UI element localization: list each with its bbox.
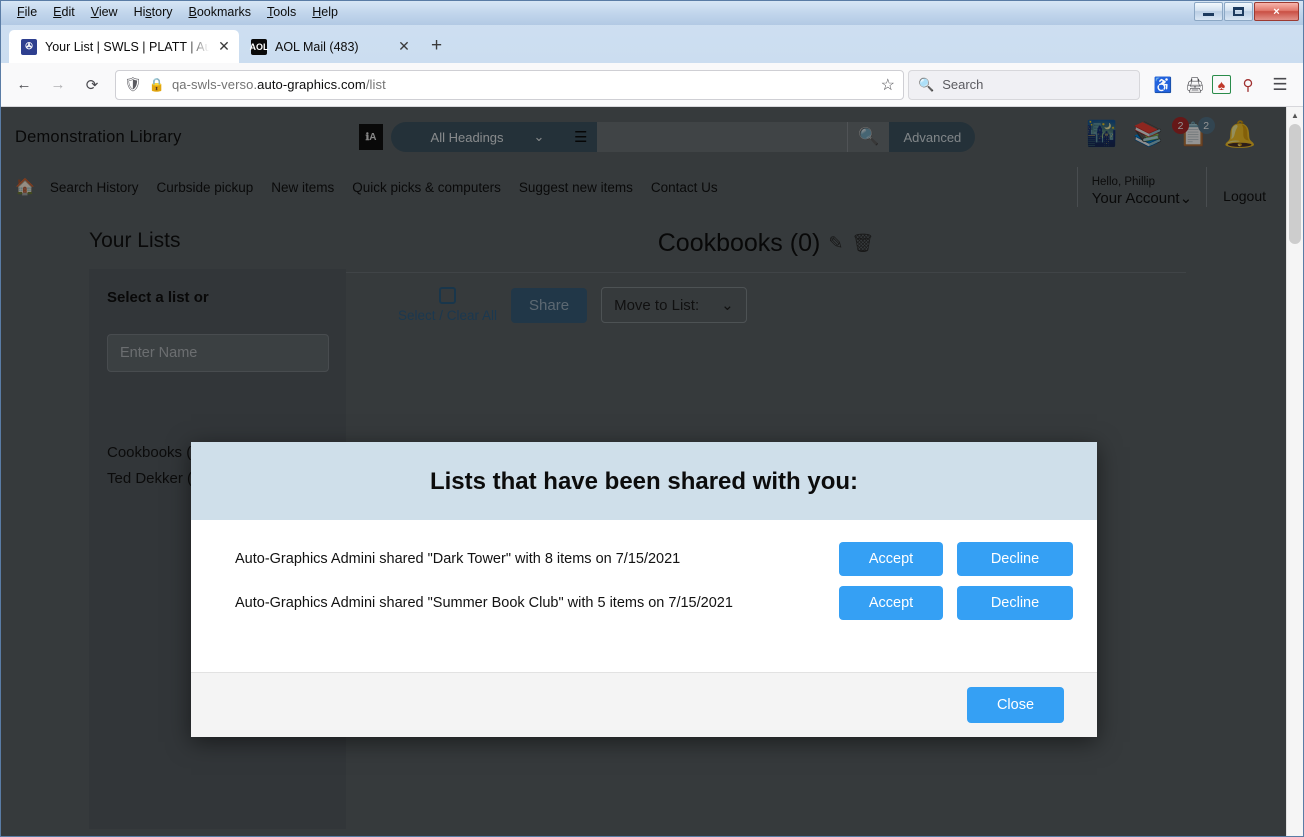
page-viewport: Demonstration Library ℹA All Headings ⌄ … (1, 107, 1303, 836)
url-domain: auto-graphics.com (257, 77, 366, 92)
url-text: qa-swls-verso.auto-graphics.com/list (172, 77, 874, 92)
minimize-button[interactable] (1194, 2, 1223, 21)
tab-aol-mail[interactable]: AOL AOL Mail (483) ✕ (239, 30, 419, 63)
aol-favicon-icon: AOL (250, 38, 269, 55)
shared-lists-modal: Lists that have been shared with you: Au… (191, 442, 1097, 737)
menu-view[interactable]: View (83, 4, 126, 20)
tab-title: Your List | SWLS | PLATT | Auto- (45, 39, 209, 54)
tab-title: AOL Mail (483) (275, 39, 359, 54)
browser-search-box[interactable]: 🔍 Search (908, 69, 1140, 100)
url-subdomain: qa-swls-verso. (171, 77, 258, 92)
shared-list-row: Auto-Graphics Admini shared "Summer Book… (235, 586, 1073, 620)
verso-favicon-icon: ✇ (21, 38, 37, 55)
print-icon[interactable]: 🖨 (1180, 70, 1210, 100)
shared-list-row: Auto-Graphics Admini shared "Dark Tower"… (235, 542, 1073, 576)
page-scrollbar[interactable]: ▲ (1286, 107, 1303, 836)
hamburger-menu-icon[interactable]: ☰ (1265, 70, 1295, 100)
close-modal-button[interactable]: Close (967, 687, 1064, 723)
scroll-up-arrow-icon[interactable]: ▲ (1287, 107, 1303, 124)
window-controls: × (1194, 2, 1299, 21)
tab-close-icon[interactable]: ✕ (217, 38, 231, 55)
accept-button[interactable]: Accept (839, 542, 943, 576)
broken-lock-icon[interactable]: 🔒 (149, 77, 165, 93)
bookmark-star-icon[interactable]: ☆ (881, 75, 895, 95)
scrollbar-thumb[interactable] (1289, 124, 1301, 244)
navigation-toolbar: ← → ⟳ 🛡 🔒 qa-swls-verso.auto-graphics.co… (1, 63, 1303, 107)
decline-button[interactable]: Decline (957, 542, 1073, 576)
decline-button[interactable]: Decline (957, 586, 1073, 620)
menu-file[interactable]: File (9, 4, 45, 20)
url-bar[interactable]: 🛡 🔒 qa-swls-verso.auto-graphics.com/list… (115, 69, 904, 100)
shield-icon[interactable]: 🛡 (124, 76, 142, 93)
search-placeholder: Search (942, 77, 984, 92)
menu-tools[interactable]: Tools (259, 4, 304, 20)
tab-strip: ✇ Your List | SWLS | PLATT | Auto- ✕ AOL… (1, 25, 1303, 63)
url-path: /list (365, 77, 386, 92)
search-icon: 🔍 (918, 76, 935, 92)
forward-button[interactable]: → (43, 70, 73, 100)
accept-button[interactable]: Accept (839, 586, 943, 620)
tab-close-icon[interactable]: ✕ (397, 38, 411, 55)
pocket-icon[interactable]: ♿ (1148, 70, 1178, 100)
maximize-button[interactable] (1224, 2, 1253, 21)
back-button[interactable]: ← (9, 70, 39, 100)
tab-your-list[interactable]: ✇ Your List | SWLS | PLATT | Auto- ✕ (9, 30, 239, 63)
reload-button[interactable]: ⟳ (77, 70, 107, 100)
toolbar-buttons: ♿ 🖨 ♠ ⚲ ☰ (1148, 70, 1295, 100)
search-extension-icon[interactable]: ⚲ (1233, 70, 1263, 100)
menu-bookmarks[interactable]: Bookmarks (181, 4, 260, 20)
menu-history[interactable]: History (126, 4, 181, 20)
modal-body: Auto-Graphics Admini shared "Dark Tower"… (191, 520, 1097, 672)
browser-window: × File Edit View History Bookmarks Tools… (0, 0, 1304, 837)
close-window-button[interactable]: × (1254, 2, 1299, 21)
modal-footer: Close (191, 672, 1097, 737)
shared-list-text: Auto-Graphics Admini shared "Dark Tower"… (235, 551, 681, 567)
menu-help[interactable]: Help (304, 4, 346, 20)
new-tab-button[interactable]: + (419, 35, 452, 63)
modal-header: Lists that have been shared with you: (191, 442, 1097, 520)
menu-bar: File Edit View History Bookmarks Tools H… (9, 4, 346, 20)
menu-edit[interactable]: Edit (45, 4, 83, 20)
modal-title: Lists that have been shared with you: (429, 468, 859, 495)
shared-list-text: Auto-Graphics Admini shared "Summer Book… (235, 595, 733, 611)
shield-extension-icon[interactable]: ♠ (1212, 75, 1231, 94)
